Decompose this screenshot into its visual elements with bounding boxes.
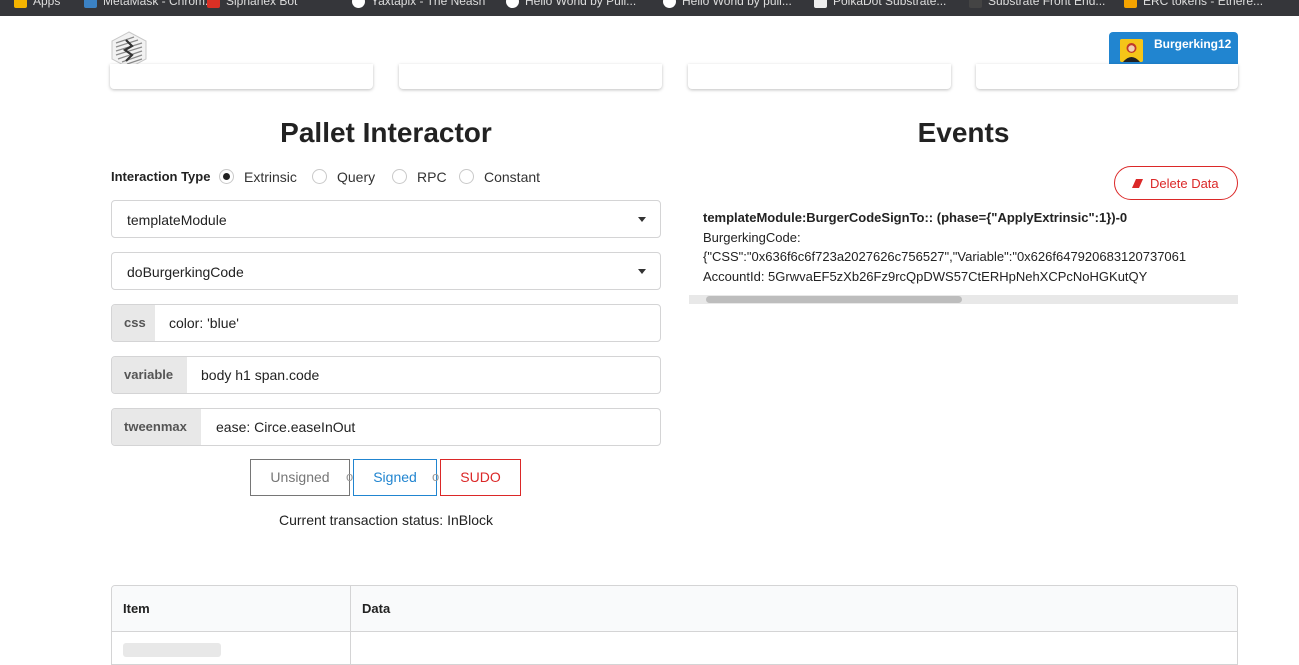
pallet-select-value: templateModule [127,212,227,228]
bookmark-apps[interactable]: Apps [14,0,60,9]
stat-card [688,64,951,89]
delete-data-button[interactable]: Delete Data [1114,166,1238,200]
events-horizontal-scrollbar[interactable] [689,295,1238,304]
radio-button[interactable] [219,169,234,184]
user-avatar-icon [1120,39,1143,62]
eraser-icon [1132,179,1143,188]
bookmark-substrate[interactable]: Substrate Front End... [969,0,1105,9]
param-variable-field[interactable]: variable body h1 span.code [111,356,661,394]
event-line: {"CSS":"0x636f6c6f723a2027626c756527","V… [703,249,1187,264]
bookmarks-bar: Apps MetaMask - Chrom... Siphahex Bot Ya… [0,0,1299,16]
caret-down-icon [638,217,646,222]
table-header: Item Data [112,586,1237,632]
scrollbar-thumb[interactable] [706,296,962,303]
caret-down-icon [638,269,646,274]
event-line: AccountId: 5GrwvaEF5zXb26Fz9rcQpDWS57CtE… [703,268,1148,284]
sudo-button[interactable]: SUDO [440,459,521,496]
stat-card [110,64,373,89]
param-value[interactable]: body h1 span.code [201,367,319,383]
stat-card [976,64,1238,89]
stat-card [399,64,662,89]
callable-select-value: doBurgerkingCode [127,264,244,280]
column-divider [350,586,351,664]
callable-select[interactable]: doBurgerkingCode [111,252,661,290]
bookmark-site-1[interactable]: Yaxtapix - The Neash [352,0,485,9]
bookmark-bot[interactable]: Siphahex Bot [207,0,297,9]
table-row-item-placeholder [123,643,221,657]
event-line: BurgerkingCode: [703,229,801,245]
param-value[interactable]: color: 'blue' [169,315,239,331]
delete-data-label: Delete Data [1150,176,1219,191]
param-label: css [112,305,155,341]
bookmark-site-3[interactable]: Hello World by pull... [663,0,792,9]
pallet-select[interactable]: templateModule [111,200,661,238]
account-name: Burgerking12 [1154,37,1232,51]
apps-grid-icon [14,0,27,9]
bot-icon [207,0,220,9]
param-value[interactable]: ease: Circe.easeInOut [216,419,355,435]
event-title: templateModule:BurgerCodeSignTo:: (phase… [703,210,1128,225]
bookmark-polkadot[interactable]: PolkaDot Substrate... [814,0,946,9]
site-icon [352,0,365,9]
param-label: tweenmax [112,409,201,445]
signed-button[interactable]: Signed [353,459,437,496]
site-icon [663,0,676,9]
substrate-icon [969,0,982,9]
polkadot-icon [814,0,827,9]
radio-button[interactable] [312,169,327,184]
event-list: templateModule:BurgerCodeSignTo:: (phase… [703,208,1238,284]
data-table: Item Data [111,585,1238,665]
bookmark-metamask[interactable]: MetaMask - Chrom... [84,0,215,9]
param-css-field[interactable]: css color: 'blue' [111,304,661,342]
transaction-status: Current transaction status: InBlock [279,512,493,528]
events-title: Events [917,117,1010,148]
column-header-data: Data [362,601,391,616]
bookmark-erc[interactable]: ERC tokens - Ethere... [1124,0,1263,9]
radio-button[interactable] [392,169,407,184]
param-label: variable [112,357,187,393]
site-icon [506,0,519,9]
pallet-interactor-title: Pallet Interactor [280,117,492,148]
radio-button[interactable] [459,169,474,184]
bookmark-site-2[interactable]: Hello World by Pull... [506,0,636,9]
ethereum-icon [1124,0,1137,9]
column-header-item: Item [123,601,150,616]
interaction-type-label: Interaction Type [111,169,211,184]
param-tweenmax-field[interactable]: tweenmax ease: Circe.easeInOut [111,408,661,446]
metamask-icon [84,0,97,9]
unsigned-button[interactable]: Unsigned [250,459,350,496]
